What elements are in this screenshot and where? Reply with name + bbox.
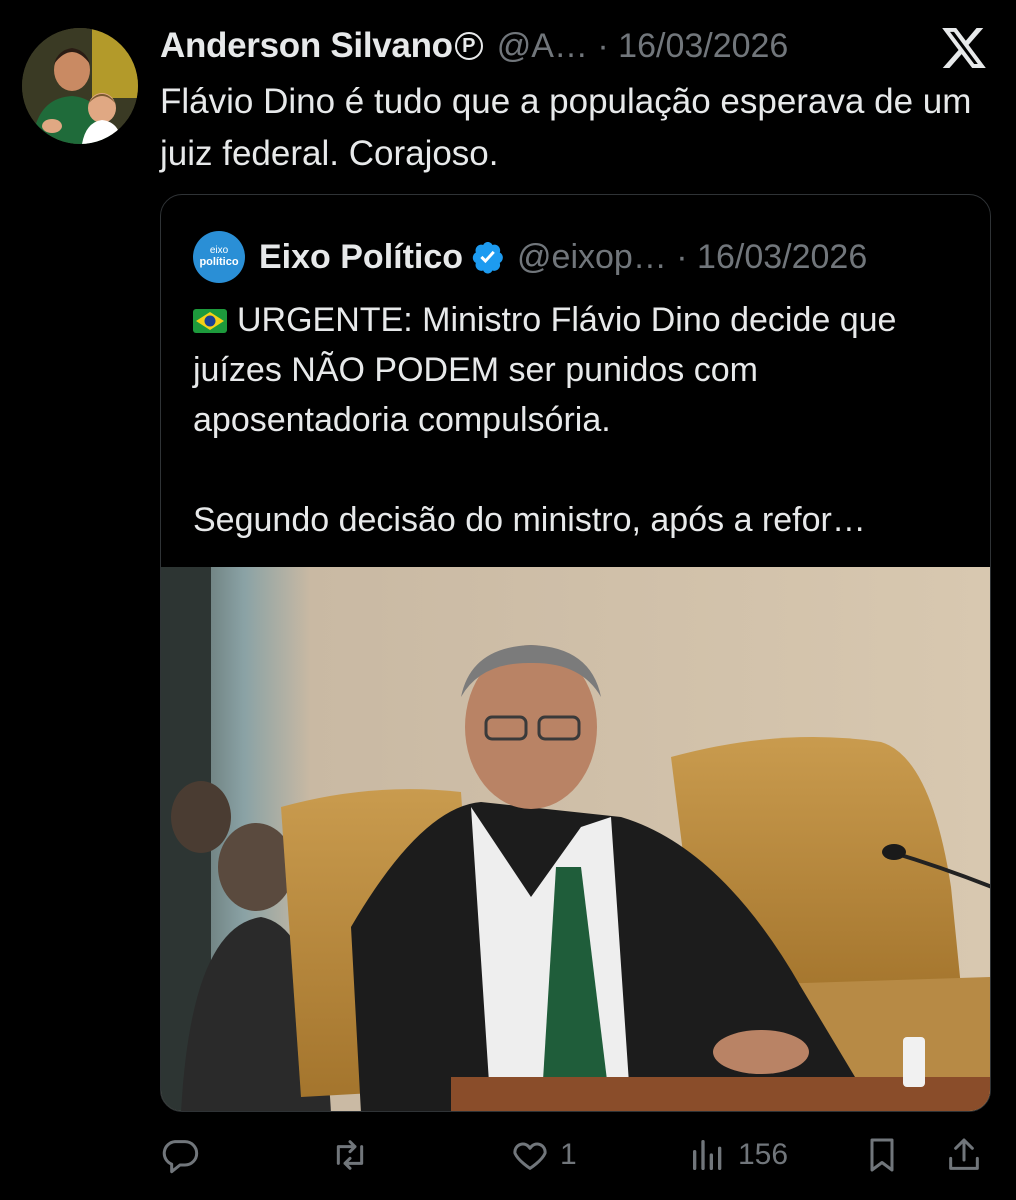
- tweet-text: Flávio Dino é tudo que a população esper…: [160, 82, 972, 173]
- quoted-tweet-meta[interactable]: @eixop… · 16/03/2026: [517, 238, 867, 277]
- tweet-meta[interactable]: @A… · 16/03/2026: [497, 27, 789, 66]
- tweet-action-bar: 1 156: [160, 1130, 990, 1180]
- reply-icon: [162, 1140, 199, 1174]
- x-logo-icon[interactable]: [942, 28, 986, 68]
- quoted-avatar-line1: eixo: [209, 245, 229, 256]
- views-count: 156: [738, 1138, 789, 1171]
- author-avatar[interactable]: [22, 28, 138, 144]
- author-name[interactable]: Anderson Silvano: [160, 26, 453, 66]
- retweet-button[interactable]: [330, 1130, 380, 1180]
- views-button[interactable]: 156: [688, 1130, 788, 1180]
- quoted-tweet-photo[interactable]: [161, 567, 990, 1111]
- retweet-icon: [336, 1140, 364, 1170]
- quoted-paragraph-2: Segundo decisão do ministro, após a refo…: [193, 501, 866, 539]
- photo-image: [161, 567, 990, 1111]
- heart-icon: [513, 1142, 547, 1170]
- views-bar-chart-icon: [693, 1140, 722, 1170]
- quoted-paragraph-1: URGENTE: Ministro Flávio Dino decide que…: [193, 301, 897, 439]
- tweet-header: Anderson Silvano P @A… · 16/03/2026: [160, 24, 996, 68]
- like-count: 1: [560, 1138, 577, 1171]
- share-icon: [949, 1138, 979, 1170]
- bookmark-icon: [870, 1138, 894, 1172]
- quoted-tweet-header: eixo político Eixo Político @eixop… · 16…: [193, 231, 867, 283]
- bookmark-button[interactable]: [862, 1130, 902, 1180]
- brazil-flag-icon: [193, 309, 227, 333]
- quoted-tweet-card[interactable]: eixo político Eixo Político @eixop… · 16…: [160, 194, 991, 1112]
- quoted-author-name[interactable]: Eixo Político: [259, 238, 463, 277]
- quoted-author-avatar[interactable]: eixo político: [193, 231, 245, 283]
- share-button[interactable]: [944, 1130, 984, 1180]
- verified-badge-icon: [472, 241, 503, 274]
- quoted-avatar-line2: político: [199, 256, 239, 268]
- quoted-tweet-text: URGENTE: Ministro Flávio Dino decide que…: [193, 295, 973, 545]
- affiliate-badge-icon: P: [454, 32, 483, 60]
- like-button[interactable]: 1: [510, 1130, 577, 1180]
- reply-button[interactable]: [160, 1130, 210, 1180]
- avatar-photo: [22, 28, 138, 144]
